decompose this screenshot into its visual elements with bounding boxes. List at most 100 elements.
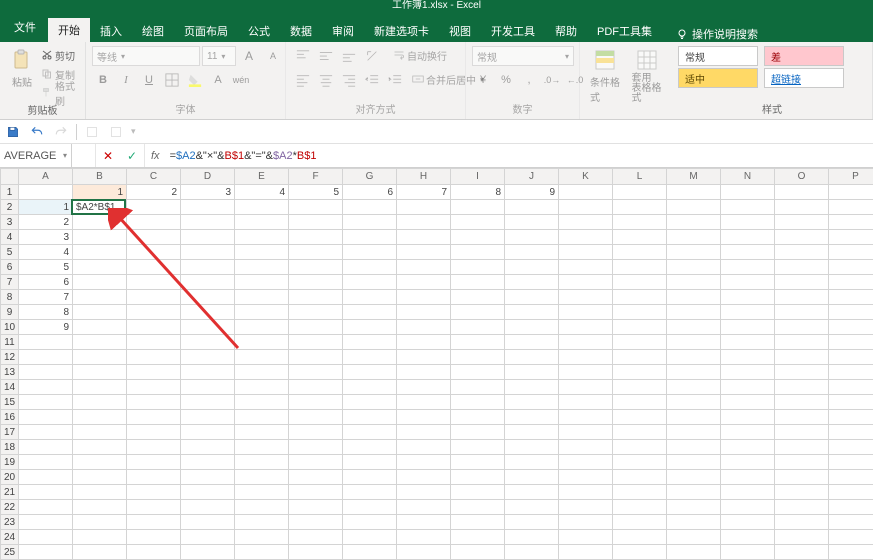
cell[interactable]	[721, 455, 775, 470]
font-color-button[interactable]: A	[207, 70, 229, 90]
cell[interactable]	[235, 380, 289, 395]
cell[interactable]	[73, 485, 127, 500]
cell[interactable]	[289, 245, 343, 260]
cell[interactable]	[397, 350, 451, 365]
cell[interactable]	[829, 200, 873, 215]
cell[interactable]	[667, 470, 721, 485]
cell[interactable]	[505, 500, 559, 515]
col-header[interactable]: M	[667, 169, 721, 185]
bottom-align-button[interactable]	[338, 46, 360, 66]
cell[interactable]	[181, 335, 235, 350]
cell[interactable]	[559, 350, 613, 365]
cell[interactable]	[73, 500, 127, 515]
row-header[interactable]: 10	[1, 320, 19, 335]
cell[interactable]	[19, 185, 73, 200]
tab-draw[interactable]: 绘图	[132, 20, 174, 42]
cell[interactable]	[397, 440, 451, 455]
cell[interactable]	[181, 350, 235, 365]
cell[interactable]	[505, 230, 559, 245]
cell[interactable]	[451, 230, 505, 245]
cell[interactable]	[289, 500, 343, 515]
cell[interactable]	[235, 470, 289, 485]
cell[interactable]	[613, 470, 667, 485]
cell[interactable]	[721, 275, 775, 290]
cell[interactable]	[829, 335, 873, 350]
cell[interactable]	[829, 470, 873, 485]
cell[interactable]	[775, 305, 829, 320]
editing-cell[interactable]: $A2*B$1	[73, 200, 127, 215]
cell[interactable]	[343, 500, 397, 515]
cell[interactable]	[289, 320, 343, 335]
cell[interactable]	[613, 215, 667, 230]
cell[interactable]: 3	[181, 185, 235, 200]
cell[interactable]	[127, 365, 181, 380]
cell[interactable]	[451, 380, 505, 395]
cell[interactable]: 4	[235, 185, 289, 200]
row-header[interactable]: 5	[1, 245, 19, 260]
cell[interactable]	[235, 275, 289, 290]
cell[interactable]	[505, 260, 559, 275]
cell[interactable]	[73, 230, 127, 245]
cell[interactable]	[127, 275, 181, 290]
row-header[interactable]: 3	[1, 215, 19, 230]
cell[interactable]	[127, 545, 181, 560]
cell[interactable]	[721, 440, 775, 455]
cell[interactable]	[397, 260, 451, 275]
cell[interactable]	[775, 185, 829, 200]
cell[interactable]	[127, 335, 181, 350]
cell[interactable]	[181, 515, 235, 530]
tab-file[interactable]: 文件	[2, 12, 48, 42]
cell[interactable]	[73, 365, 127, 380]
cell[interactable]	[559, 470, 613, 485]
cell[interactable]	[559, 440, 613, 455]
cell[interactable]	[289, 335, 343, 350]
cell[interactable]	[667, 320, 721, 335]
borders-button[interactable]	[161, 70, 183, 90]
cell[interactable]	[829, 380, 873, 395]
cell[interactable]	[721, 350, 775, 365]
cell[interactable]	[829, 185, 873, 200]
cell[interactable]	[289, 200, 343, 215]
row-header[interactable]: 7	[1, 275, 19, 290]
cell[interactable]	[721, 470, 775, 485]
cell-style-normal[interactable]: 常规	[678, 46, 758, 66]
cell[interactable]	[127, 350, 181, 365]
cell[interactable]	[559, 395, 613, 410]
cell[interactable]: 9	[505, 185, 559, 200]
cell[interactable]	[235, 425, 289, 440]
fx-button[interactable]: fx	[145, 144, 166, 167]
conditional-format-button[interactable]: 条件格式	[586, 46, 625, 106]
row-header[interactable]: 16	[1, 410, 19, 425]
cell[interactable]	[289, 425, 343, 440]
cell[interactable]	[721, 200, 775, 215]
top-align-button[interactable]	[292, 46, 314, 66]
col-header[interactable]: H	[397, 169, 451, 185]
cell[interactable]	[451, 455, 505, 470]
row-header[interactable]: 2	[1, 200, 19, 215]
cell[interactable]: 3	[19, 230, 73, 245]
cell[interactable]	[289, 410, 343, 425]
cell[interactable]	[559, 425, 613, 440]
cell[interactable]	[775, 500, 829, 515]
cell[interactable]	[775, 335, 829, 350]
row-header[interactable]: 21	[1, 485, 19, 500]
cell[interactable]	[775, 530, 829, 545]
cell[interactable]	[19, 470, 73, 485]
cell[interactable]	[181, 440, 235, 455]
undo-button[interactable]	[28, 123, 46, 141]
format-painter-button[interactable]: 格式刷	[41, 84, 79, 102]
cell[interactable]	[721, 245, 775, 260]
cell[interactable]	[613, 185, 667, 200]
bold-button[interactable]: B	[92, 70, 114, 90]
cell[interactable]	[235, 335, 289, 350]
cell[interactable]	[559, 380, 613, 395]
cell[interactable]	[343, 215, 397, 230]
cell[interactable]	[559, 275, 613, 290]
cell[interactable]	[343, 530, 397, 545]
cell[interactable]	[775, 215, 829, 230]
cell[interactable]	[505, 395, 559, 410]
cell[interactable]	[181, 200, 235, 215]
cell[interactable]	[559, 200, 613, 215]
cell[interactable]	[451, 320, 505, 335]
cell[interactable]	[19, 530, 73, 545]
